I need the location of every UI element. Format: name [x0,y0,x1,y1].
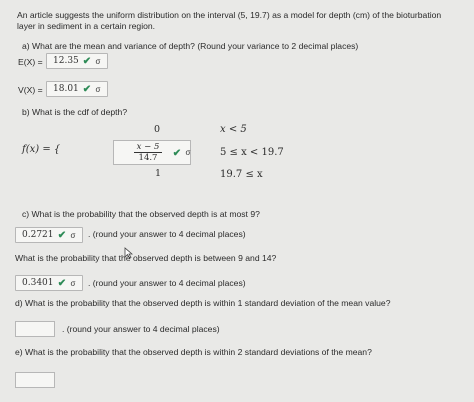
question-a: a) What are the mean and variance of dep… [22,41,359,51]
ex-value: 12.35 [53,56,79,66]
cdf-middle-answer-field[interactable]: x − 5 14.7 ✔ σ [113,140,191,165]
ex-label: E(X) = [18,57,43,67]
c2-rounding-note: . (round your answer to 4 decimal places… [88,278,246,288]
c-value: 0.2721 [22,230,54,240]
fraction-numerator: x − 5 [134,142,162,153]
vx-label: V(X) = [18,85,43,95]
fraction-denominator: 14.7 [138,153,158,163]
check-icon: ✔ [172,148,182,159]
key-icon[interactable]: σ [67,279,79,288]
e-answer-field[interactable] [15,372,55,388]
c-answer-field[interactable]: 0.2721 ✔ σ [15,227,83,243]
key-icon[interactable]: σ [182,148,194,157]
question-c-between: What is the probability that the observe… [15,253,277,263]
key-icon[interactable]: σ [92,57,104,66]
cdf-condition-2: 5 ≤ x < 19.7 [220,147,284,158]
cdf-condition-1: x < 5 [220,124,247,135]
problem-intro: An article suggests the uniform distribu… [17,10,442,31]
check-icon: ✔ [82,55,92,67]
key-icon[interactable]: σ [67,231,79,240]
key-icon[interactable]: σ [92,85,104,94]
cdf-condition-3: 19.7 ≤ x [220,169,263,180]
c2-value: 0.3401 [22,278,54,288]
question-e: e) What is the probability that the obse… [15,347,372,357]
check-icon: ✔ [57,277,67,289]
c-rounding-note: . (round your answer to 4 decimal places… [88,229,246,239]
question-d: d) What is the probability that the obse… [15,298,391,308]
vx-answer-field[interactable]: 18.01 ✔ σ [46,81,108,97]
c2-answer-field[interactable]: 0.3401 ✔ σ [15,275,83,291]
d-answer-field[interactable] [15,321,55,337]
check-icon: ✔ [82,83,92,95]
question-c: c) What is the probability that the obse… [22,209,260,219]
d-rounding-note: . (round your answer to 4 decimal places… [62,324,220,334]
cdf-piece-zero: 0 [154,124,161,135]
cdf-piece-one: 1 [155,168,162,179]
vx-value: 18.01 [53,84,79,94]
cdf-fraction: x − 5 14.7 [134,142,162,163]
question-b: b) What is the cdf of depth? [22,107,128,117]
check-icon: ✔ [57,229,67,241]
cdf-function-label: f(x) = { [22,144,61,155]
ex-answer-field[interactable]: 12.35 ✔ σ [46,53,108,69]
